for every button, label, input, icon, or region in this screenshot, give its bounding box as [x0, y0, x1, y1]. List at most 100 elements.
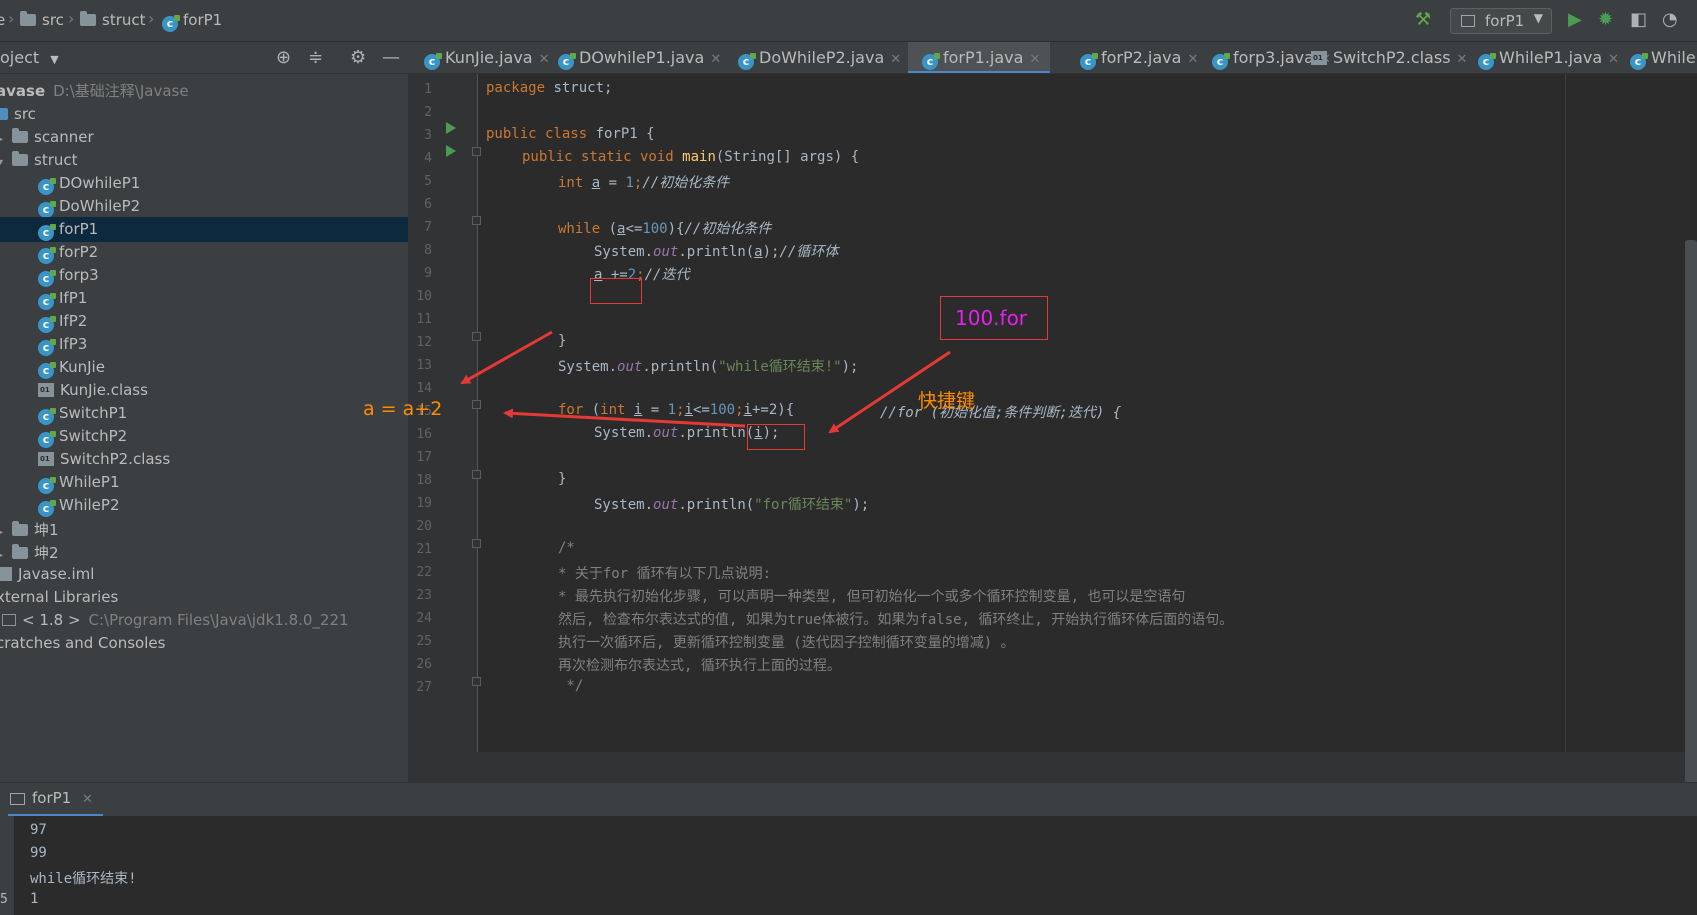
chevron-right-icon[interactable]: ▸	[0, 527, 12, 538]
fold-marker-icon[interactable]	[472, 147, 481, 156]
tree-struct-folder[interactable]: ▾ struct	[0, 148, 408, 173]
breadcrumb-struct[interactable]: struct	[80, 11, 146, 29]
tree-file-iml[interactable]: Javase.iml	[0, 562, 408, 587]
gear-icon[interactable]: ⚙	[350, 47, 366, 68]
build-hammer-icon[interactable]: ⚒	[1415, 11, 1431, 29]
tree-scanner-folder[interactable]: ▸ scanner	[0, 125, 408, 150]
static-field: out	[653, 497, 679, 513]
code-line-8: System.out.println(a);//循环体	[594, 241, 838, 261]
class-file-icon	[38, 383, 54, 397]
tree-jdk-label: < 1.8 >	[22, 611, 81, 629]
tree-item-label: forp3	[59, 266, 99, 284]
run-icon[interactable]: ▶	[1568, 11, 1582, 29]
console-icon	[10, 793, 25, 805]
project-panel-title[interactable]: oject ▼	[0, 48, 59, 67]
line-number: 12	[416, 335, 432, 350]
console-output[interactable]: 97 99 while循环结束! 1 5	[0, 816, 1697, 915]
tree-jdk[interactable]: < 1.8 > C:\Program Files\Java\jdk1.8.0_22…	[0, 608, 408, 633]
tree-file-forp2[interactable]: c forP2	[0, 240, 408, 265]
shortcut-box-text: 100.for	[955, 306, 1028, 330]
module-file-icon	[0, 567, 12, 581]
tree-root-module[interactable]: avase D:\基础注释\Javase	[0, 77, 404, 102]
tab-while-truncated[interactable]: c While	[1630, 42, 1696, 73]
close-icon[interactable]: ✕	[82, 792, 93, 807]
line-number: 23	[416, 588, 432, 603]
tree-file-switchp2[interactable]: c SwitchP2	[0, 424, 408, 449]
profiler-icon[interactable]: ◔	[1662, 11, 1678, 29]
close-icon[interactable]: ✕	[1029, 52, 1040, 67]
editor-scrollbar[interactable]	[1685, 240, 1697, 860]
tree-file-ifp2[interactable]: c IfP2	[0, 309, 408, 334]
tree-item-label: SwitchP2.class	[60, 450, 171, 468]
chevron-right-icon[interactable]: ▸	[0, 134, 12, 145]
tab-kunjie[interactable]: c KunJie.java ✕	[424, 42, 550, 73]
close-icon[interactable]: ✕	[710, 52, 721, 67]
fold-marker-icon[interactable]	[472, 539, 481, 548]
tree-external-libraries[interactable]: xternal Libraries	[0, 585, 404, 610]
tree-file-forp3[interactable]: c forp3	[0, 263, 408, 288]
tree-file-switchp1[interactable]: c SwitchP1	[0, 401, 408, 426]
locate-icon[interactable]: ⊕	[276, 47, 291, 68]
chevron-right-icon[interactable]: ▸	[0, 550, 12, 561]
code-text: <=	[625, 221, 643, 237]
close-icon[interactable]: ✕	[1608, 52, 1619, 67]
code-text: .println(	[642, 359, 719, 375]
tab-forp2[interactable]: c forP2.java ✕	[1080, 42, 1198, 73]
fold-marker-icon[interactable]	[472, 677, 481, 686]
tree-file-dowhilep2[interactable]: c DoWhileP2	[0, 194, 408, 219]
navigation-bar: e › src › struct › c forP1 ⚒ forP1 ▼ ▶ ✹ …	[0, 0, 1697, 42]
tree-item-label: forP2	[59, 243, 99, 261]
tree-file-forp1[interactable]: c forP1	[0, 217, 408, 242]
fold-marker-icon[interactable]	[472, 332, 481, 341]
line-number: 11	[416, 312, 432, 327]
collapse-all-icon[interactable]: ≑	[308, 47, 323, 68]
tab-dowhilep2[interactable]: c DoWhileP2.java ✕	[738, 42, 901, 73]
fold-marker-icon[interactable]	[472, 470, 481, 479]
tree-file-whilep1[interactable]: c WhileP1	[0, 470, 408, 495]
fold-marker-icon[interactable]	[472, 216, 481, 225]
coverage-icon[interactable]: ◧	[1630, 11, 1647, 29]
tree-scratches[interactable]: cratches and Consoles	[0, 631, 404, 656]
breadcrumb-forp1[interactable]: c forP1	[162, 11, 222, 32]
close-icon[interactable]: ✕	[1457, 52, 1468, 67]
tree-file-kunjie[interactable]: c KunJie	[0, 355, 408, 380]
java-class-icon: c	[738, 53, 756, 70]
run-class-icon[interactable]	[446, 122, 456, 134]
tree-file-dowhilep1[interactable]: c DOwhileP1	[0, 171, 408, 196]
fold-marker-icon[interactable]	[472, 400, 481, 409]
tree-file-ifp3[interactable]: c IfP3	[0, 332, 408, 357]
editor-tabs: c KunJie.java ✕ c DOwhileP1.java ✕ c DoWhileP…	[408, 42, 1697, 74]
code-text: .println(	[678, 244, 755, 260]
close-icon[interactable]: ✕	[890, 52, 901, 67]
tree-folder-kun2[interactable]: ▸ 坤2	[0, 539, 408, 564]
code-line-25: 执行一次循环后, 更新循环控制变量 (迭代因子控制循环变量的增减) 。	[558, 635, 1015, 651]
tab-forp1[interactable]: c forP1.java ✕	[908, 42, 1051, 73]
hide-panel-icon[interactable]: —	[382, 47, 400, 68]
code-line-3: public class forP1 {	[486, 126, 655, 142]
run-configuration-select[interactable]: forP1 ▼	[1450, 8, 1552, 34]
debug-icon[interactable]: ✹	[1598, 11, 1613, 29]
tab-dowhilep1[interactable]: c DOwhileP1.java ✕	[558, 42, 721, 73]
run-tab-forp1[interactable]: forP1 ✕	[8, 789, 103, 817]
tree-item-label: forP1	[59, 220, 99, 238]
tab-whilep1[interactable]: c WhileP1.java ✕	[1478, 42, 1619, 73]
tree-file-ifp1[interactable]: c IfP1	[0, 286, 408, 311]
java-class-icon: c	[38, 224, 56, 241]
code-line-4: public static void main(String[] args) {	[522, 149, 859, 165]
tree-item-label: KunJie	[59, 358, 105, 376]
breadcrumb-src[interactable]: src	[20, 11, 64, 29]
chevron-down-icon[interactable]: ▾	[0, 157, 12, 168]
close-icon[interactable]: ✕	[539, 52, 550, 67]
tab-label: forP2.java	[1101, 48, 1182, 67]
tree-src-folder[interactable]: src	[0, 102, 400, 127]
tree-file-switchp2-class[interactable]: SwitchP2.class	[0, 447, 408, 472]
tab-switchp2-class[interactable]: SwitchP2.class ✕	[1311, 42, 1468, 73]
close-icon[interactable]: ✕	[1187, 52, 1198, 67]
run-main-icon[interactable]	[446, 145, 456, 157]
variable: a	[591, 175, 601, 191]
java-class-icon: c	[424, 53, 442, 70]
tree-file-whilep2[interactable]: c WhileP2	[0, 493, 408, 518]
tree-folder-kun1[interactable]: ▸ 坤1	[0, 516, 408, 541]
code-editor[interactable]: 1 2 3 4 5 6 7 8 9 10 11 12 13 14 15 16 1…	[408, 74, 1697, 782]
tree-file-kunjie-class[interactable]: KunJie.class	[0, 378, 408, 403]
